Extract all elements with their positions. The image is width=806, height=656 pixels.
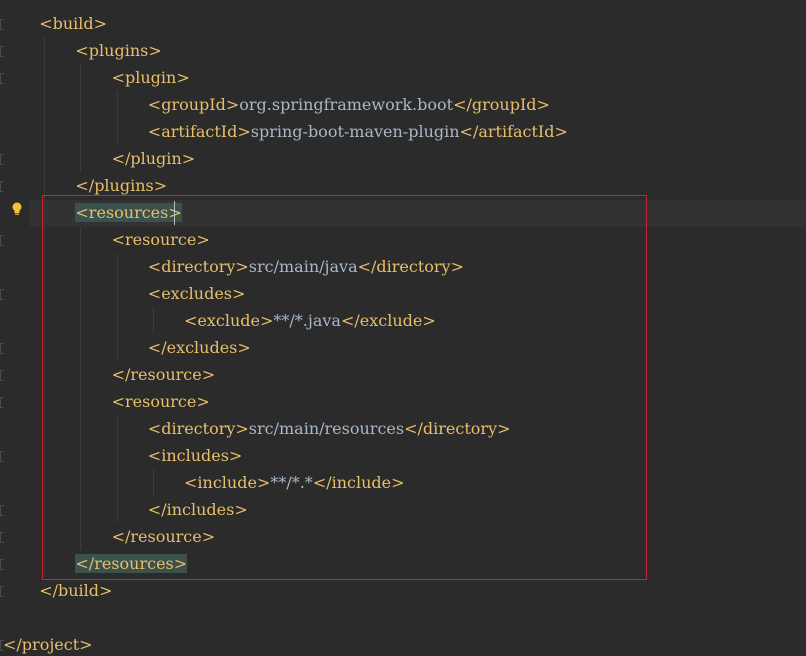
code-line[interactable]: </build>	[39, 577, 112, 604]
close-tag: </groupId>	[453, 95, 550, 114]
fold-marker[interactable]	[0, 154, 4, 165]
close-tag: </project>	[3, 635, 93, 654]
fold-marker[interactable]	[0, 370, 4, 381]
fold-marker[interactable]	[0, 19, 4, 30]
fold-marker[interactable]	[0, 289, 4, 300]
fold-marker[interactable]	[0, 181, 4, 192]
annotation-rectangle	[42, 195, 647, 580]
close-tag: </artifactId>	[459, 122, 568, 141]
code-line[interactable]: </project>	[3, 631, 93, 656]
code-line[interactable]: <groupId>org.springframework.boot</group…	[148, 91, 550, 118]
close-tag: </build>	[39, 581, 113, 600]
code-line[interactable]: <plugins>	[75, 37, 161, 64]
open-tag: <plugins>	[75, 41, 162, 60]
element-value: spring-boot-maven-plugin	[250, 122, 460, 141]
code-line[interactable]: <artifactId>spring-boot-maven-plugin</ar…	[148, 118, 568, 145]
fold-marker[interactable]	[0, 397, 4, 408]
code-line[interactable]: <build>	[39, 10, 107, 37]
close-tag: </plugin>	[111, 149, 196, 168]
indent-guide	[116, 91, 118, 145]
fold-marker[interactable]	[0, 559, 4, 570]
fold-marker[interactable]	[0, 451, 4, 462]
element-value: org.springframework.boot	[239, 95, 454, 114]
open-tag: <groupId>	[147, 95, 240, 114]
close-tag: </plugins>	[75, 176, 168, 195]
open-tag: <build>	[39, 14, 108, 33]
fold-marker[interactable]	[0, 46, 4, 57]
fold-marker[interactable]	[0, 505, 4, 516]
code-line[interactable]: <plugin>	[112, 64, 190, 91]
lightbulb-icon[interactable]	[11, 201, 23, 217]
code-editor[interactable]: <build> <plugins> <plugin> <groupId>org.spr…	[0, 0, 806, 656]
fold-marker[interactable]	[0, 235, 4, 246]
open-tag: <artifactId>	[147, 122, 251, 141]
fold-marker[interactable]	[0, 73, 4, 84]
fold-marker[interactable]	[0, 532, 4, 543]
fold-marker[interactable]	[0, 343, 4, 354]
fold-marker[interactable]	[0, 586, 4, 597]
open-tag: <plugin>	[111, 68, 190, 87]
editor-gutter[interactable]	[0, 0, 30, 656]
code-line[interactable]: </plugin>	[112, 145, 196, 172]
indent-guide	[80, 64, 82, 172]
